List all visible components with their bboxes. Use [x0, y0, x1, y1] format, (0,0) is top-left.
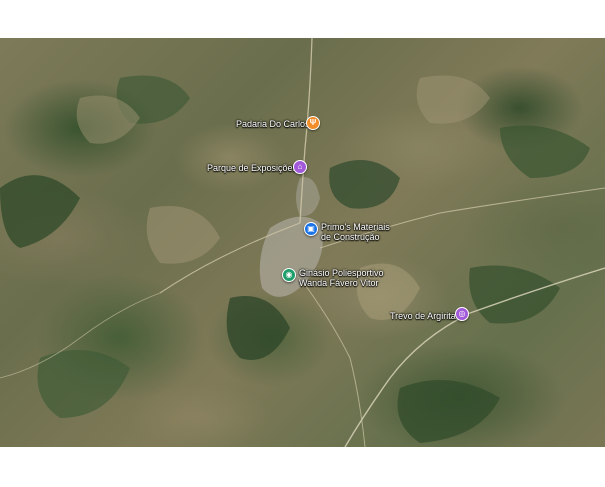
satellite-map[interactable]: Padaria Do Carlos Ψ Parque de Exposições…: [0, 38, 605, 447]
marker-label-parque[interactable]: Parque de Exposições: [207, 163, 297, 173]
sports-icon[interactable]: ◉: [282, 268, 296, 282]
marker-label-padaria[interactable]: Padaria Do Carlos: [236, 119, 310, 129]
shopping-bag-glyph: ▣: [307, 224, 315, 233]
bakery-glyph: Ψ: [309, 118, 317, 127]
marker-label-ginasio-line1: Ginásio Poliesportivo: [299, 268, 384, 278]
marker-label-primos-line1: Primo's Materiais: [321, 222, 390, 232]
bakery-icon[interactable]: Ψ: [306, 116, 320, 130]
camera-glyph: ◎: [458, 309, 466, 318]
sports-glyph: ◉: [285, 270, 293, 279]
marker-label-primos[interactable]: Primo's Materiais de Construção: [321, 222, 390, 242]
marker-label-primos-line2: de Construção: [321, 232, 380, 242]
attraction-glyph: ⌂: [297, 162, 303, 171]
shopping-bag-icon[interactable]: ▣: [304, 222, 318, 236]
camera-icon[interactable]: ◎: [455, 307, 469, 321]
marker-label-ginasio-line2: Wanda Fávero Vitor: [299, 278, 379, 288]
marker-label-trevo[interactable]: Trevo de Argirita: [390, 311, 456, 321]
attraction-icon[interactable]: ⌂: [293, 160, 307, 174]
terrain-layer: [0, 38, 605, 447]
marker-label-ginasio[interactable]: Ginásio Poliesportivo Wanda Fávero Vitor: [299, 268, 384, 288]
